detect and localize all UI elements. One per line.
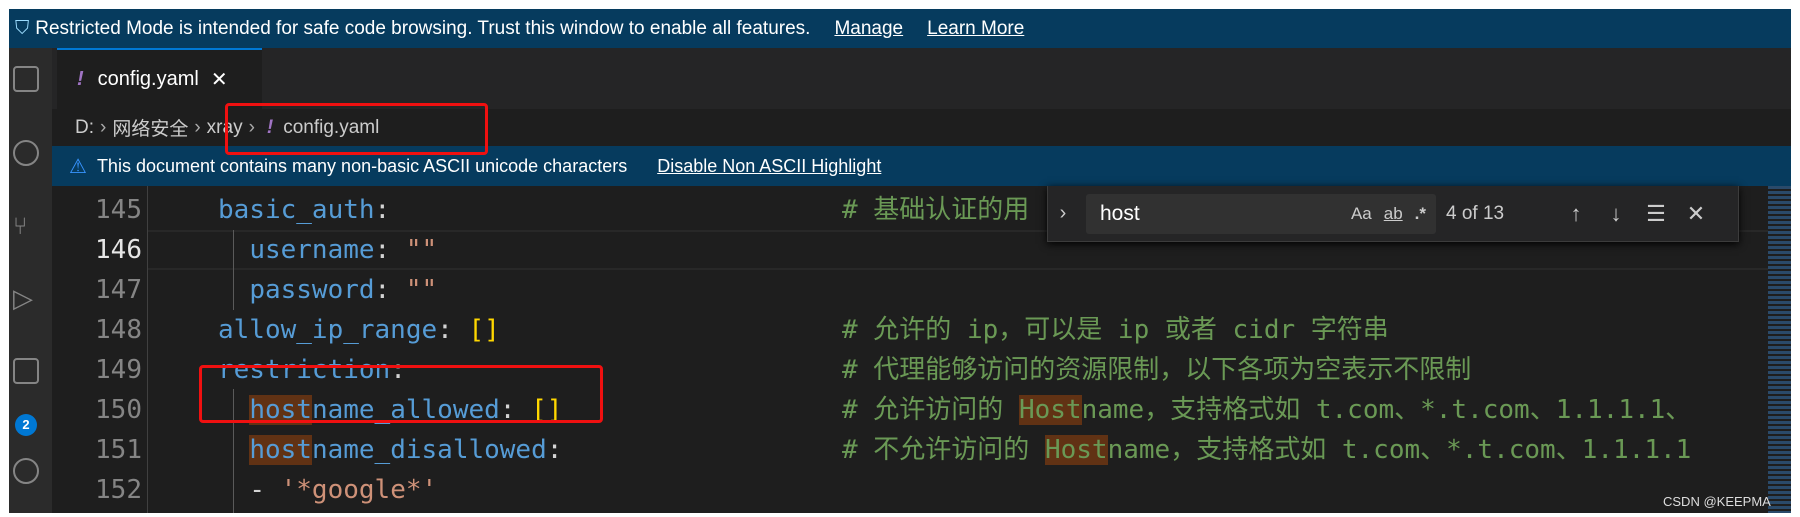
find-query[interactable]: host [1100,202,1140,226]
previous-match-icon[interactable]: ↑ [1556,201,1596,227]
search-icon[interactable] [13,140,39,166]
search-match: host [249,435,312,465]
yaml-file-icon: ! [77,68,84,90]
find-in-selection-icon[interactable]: ☰ [1636,201,1676,227]
close-find-icon[interactable]: ✕ [1676,201,1716,227]
line-number: 152 [95,475,142,505]
extensions-badge: 2 [15,414,37,436]
yaml-key: basic_auth [218,195,375,225]
warning-icon: ⚠ [69,155,87,178]
close-tab-icon[interactable]: ✕ [211,67,228,92]
yaml-comment: # 允许的 ip，可以是 ip 或者 cidr 字符串 [842,315,1389,345]
chevron-right-icon: › [100,116,107,138]
toggle-replace-icon[interactable]: › [1048,202,1078,225]
restricted-mode-banner: ⛉ Restricted Mode is intended for safe c… [9,9,1791,48]
yaml-comment: # 代理能够访问的资源限制，以下各项为空表示不限制 [842,355,1472,385]
yaml-key: password [249,275,375,305]
code-text: - '*google*' [218,470,437,510]
annotation-box-hostname-allowed [199,365,603,423]
search-match: Host [1018,395,1082,425]
yaml-key: username [249,235,375,265]
regex-icon[interactable]: .* [1415,204,1426,224]
whole-word-icon[interactable]: ab [1384,204,1403,224]
yaml-comment: # 基础认证的用 [842,195,1030,225]
next-match-icon[interactable]: ↓ [1596,201,1636,227]
activity-bar: ⑂ ▷ 2 [9,48,52,513]
chevron-right-icon: › [194,116,201,138]
remote-icon[interactable] [13,458,39,484]
code-line[interactable]: 152 - '*google*' [52,470,1791,510]
extensions-icon[interactable] [13,358,39,384]
yaml-comment: # 不允许访问的 Hostname，支持格式如 t.com、*.t.com、1.… [842,435,1692,465]
breadcrumb-folder[interactable]: 网络安全 [112,114,188,141]
line-number: 149 [95,355,142,385]
warning-message: This document contains many non-basic AS… [96,155,628,176]
code-text: hostname_disallowed: [249,435,563,465]
code-text: basic_auth: [218,195,391,225]
yaml-value: [] [468,315,500,345]
shield-icon: ⛉ [15,17,30,39]
tab-bar: ! config.yaml ✕ [52,48,1791,109]
yaml-key: allow_ip_range [218,315,438,345]
code-text: password: "" [249,275,438,305]
line-number: 147 [95,275,142,305]
search-match: Host [1044,435,1108,465]
code-line[interactable]: 151 hostname_disallowed: # 不允许访问的 Hostnam… [52,430,1791,470]
yaml-value: "" [405,235,438,265]
source-control-icon[interactable]: ⑂ [13,213,39,240]
line-number: 146 [95,235,142,265]
line-number: 151 [95,435,142,465]
yaml-value: '*google*' [280,475,438,505]
line-number: 145 [95,195,142,225]
manage-link[interactable]: Manage [834,18,903,40]
tab-config-yaml[interactable]: ! config.yaml ✕ [57,48,262,109]
code-text: allow_ip_range: [] [218,315,500,345]
yaml-key: - [249,475,281,505]
watermark: CSDN @KEEPMA [1663,494,1771,509]
match-case-icon[interactable]: Aa [1351,204,1372,224]
yaml-comment: # 允许访问的 Hostname，支持格式如 t.com、*.t.com、1.1… [842,395,1692,425]
code-line[interactable]: 148 allow_ip_range: [] # 允许的 ip，可以是 ip 或者 … [52,310,1791,350]
find-widget: › host Aa ab .* 4 of 13 ↑ ↓ ☰ ✕ [1047,186,1739,242]
yaml-value: "" [405,275,438,305]
disable-highlight-link[interactable]: Disable Non ASCII Highlight [657,156,881,177]
run-debug-icon[interactable]: ▷ [13,283,39,313]
explorer-icon[interactable] [13,66,39,92]
match-count: 4 of 13 [1446,202,1505,224]
learn-more-link[interactable]: Learn More [927,18,1024,40]
line-number: 150 [95,395,142,425]
yaml-key: hostname_disallowed [249,435,547,465]
find-input[interactable]: host Aa ab .* [1086,193,1436,234]
line-number: 148 [95,315,142,345]
code-line[interactable]: 147 password: "" [52,270,1791,310]
minimap[interactable] [1768,186,1791,513]
banner-message: Restricted Mode is intended for safe cod… [35,17,811,39]
breadcrumb-drive[interactable]: D: [75,117,94,139]
code-text: username: "" [249,235,438,265]
tab-label: config.yaml [97,68,199,90]
vscode-window: ⛉ Restricted Mode is intended for safe c… [9,9,1791,513]
annotation-box-breadcrumb [225,103,488,155]
